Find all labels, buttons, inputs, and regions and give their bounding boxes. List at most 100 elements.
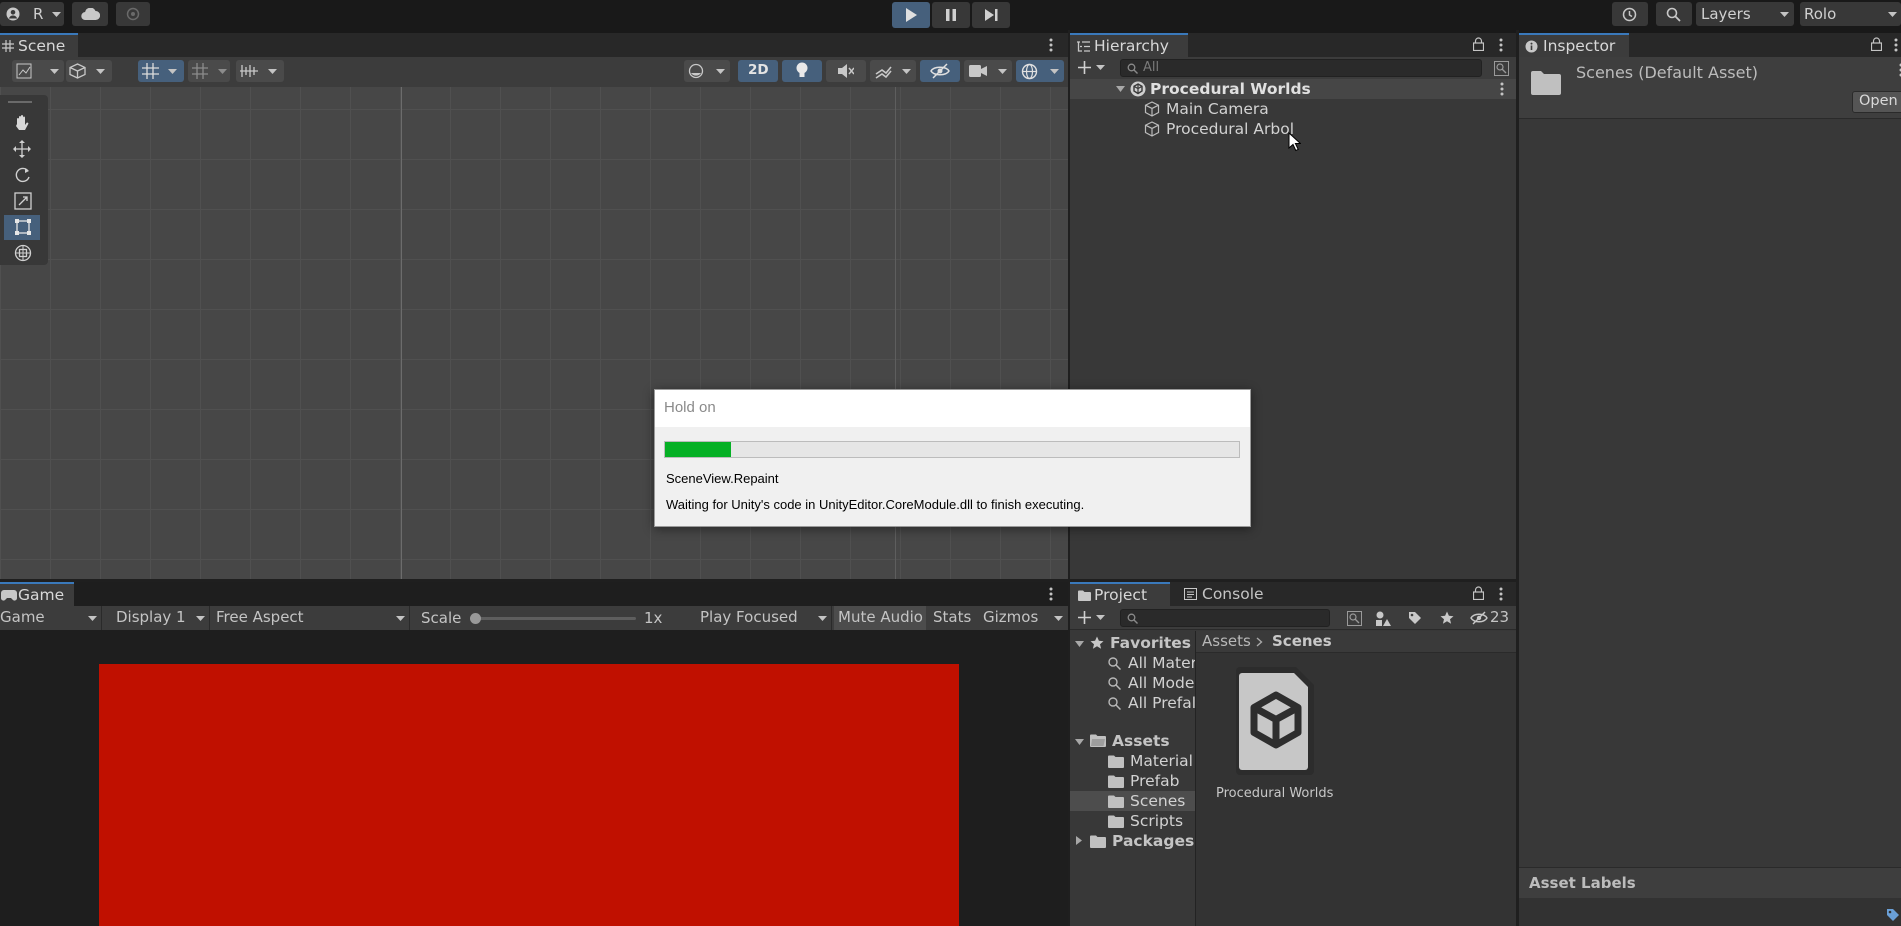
create-asset-dropdown[interactable] [1078,610,1110,626]
play-button[interactable] [892,2,930,28]
tab-console[interactable]: Console [1172,582,1272,606]
search-icon [1127,613,1138,624]
label-tag-icon[interactable] [1886,908,1900,922]
increment-snap-dropdown[interactable] [236,60,284,82]
layers-dropdown[interactable]: Layers [1696,2,1794,26]
hierarchy-row[interactable]: Main Camera [1070,99,1516,119]
scale-slider-thumb[interactable] [470,613,481,624]
grid-snapping-button[interactable] [138,60,184,82]
display-select[interactable]: Display 1 [110,606,210,630]
scale-tool-button[interactable] [4,189,40,214]
grid-visibility-dropdown[interactable] [188,60,230,82]
pause-button[interactable] [932,2,970,28]
chevron-down-icon [268,69,277,74]
lock-icon[interactable] [1871,37,1882,51]
collab-button[interactable] [116,2,150,26]
folder-icon [1108,775,1124,788]
play-focused-select[interactable]: Play Focused [694,606,832,630]
lock-icon[interactable] [1473,37,1484,51]
filter-by-type-icon[interactable] [1375,611,1391,626]
scene-visibility-button[interactable] [920,60,960,82]
favorites-label[interactable]: Favorites [1110,633,1191,653]
packages-label[interactable]: Packages [1112,831,1194,851]
move-tool-button[interactable] [4,137,40,162]
progress-bar [664,441,1240,458]
search-button[interactable] [1656,2,1692,26]
tab-inspector[interactable]: Inspector [1519,33,1629,57]
draw-mode-dropdown[interactable] [12,60,64,82]
tab-hierarchy-label: Hierarchy [1094,37,1169,55]
history-button[interactable] [1612,2,1648,26]
search-placeholder: All [1143,60,1160,75]
scene-row[interactable]: Procedural Worlds [1070,79,1516,99]
unity-scene-file-icon [1226,661,1326,781]
transform-tool-button[interactable] [4,241,40,266]
step-button[interactable] [972,2,1010,28]
game-view-render[interactable] [99,664,959,926]
panel-menu-icon[interactable] [1499,587,1503,601]
effects-dropdown[interactable] [870,60,916,82]
scene-menu-icon[interactable] [1500,82,1504,96]
project-search-field[interactable] [1120,609,1330,627]
panel-divider[interactable] [0,579,1516,582]
breadcrumb-root[interactable]: Assets [1202,632,1251,650]
lighting-button[interactable] [782,60,822,82]
search-options-icon[interactable] [1494,61,1509,76]
search-options-icon[interactable] [1347,611,1362,626]
panel-divider[interactable] [1516,30,1519,926]
panel-menu-icon[interactable] [1894,38,1898,52]
favorite-item[interactable]: All Mode [1070,673,1195,693]
tab-scene[interactable]: Scene [0,33,78,57]
folder-item[interactable]: Material [1070,751,1195,771]
panel-menu-icon[interactable] [1049,38,1053,52]
rect-tool-button[interactable] [4,215,40,240]
open-button[interactable]: Open [1852,91,1901,113]
folder-item[interactable]: Scripts [1070,811,1195,831]
chevron-down-icon [1780,12,1789,17]
mute-audio-toggle[interactable]: Mute Audio [834,606,926,630]
mode-2d-button[interactable]: 2D [738,60,778,82]
scale-slider[interactable] [470,613,636,624]
favorite-item[interactable]: All Prefal [1070,693,1195,713]
dialog-message: Waiting for Unity's code in UnityEditor.… [666,497,1085,512]
layers-label: Layers [1701,5,1751,23]
camera-dropdown[interactable] [964,60,1012,82]
cloud-button[interactable] [72,2,108,26]
filter-by-label-icon[interactable] [1408,611,1422,625]
overlay-handle[interactable] [8,101,32,103]
panel-menu-icon[interactable] [1499,38,1503,52]
rotate-tool-button[interactable] [4,163,40,188]
tab-project[interactable]: Project [1070,582,1170,606]
tab-hierarchy[interactable]: Hierarchy [1070,33,1188,57]
folder-icon [1108,815,1124,828]
lock-icon[interactable] [1473,586,1484,600]
hierarchy-search-field[interactable]: All [1120,59,1482,77]
view-select[interactable]: Game [0,606,102,630]
stats-toggle[interactable]: Stats [928,606,974,630]
gizmos-dropdown[interactable] [1016,60,1064,82]
asset-tile[interactable] [1212,661,1332,781]
hidden-packages-toggle[interactable]: 23 [1468,608,1514,628]
create-dropdown[interactable] [1078,59,1110,77]
collapse-arrow-icon[interactable] [1076,836,1082,845]
panel-menu-icon[interactable] [1049,587,1053,601]
expand-arrow-icon[interactable] [1116,86,1125,92]
hand-tool-button[interactable] [4,111,40,136]
star-icon[interactable] [1440,611,1454,625]
expand-arrow-icon[interactable] [1075,641,1084,647]
expand-arrow-icon[interactable] [1075,739,1084,745]
favorite-item[interactable]: All Mater [1070,653,1195,673]
gizmos-toggle[interactable]: Gizmos [978,606,1068,630]
folder-item-selected[interactable]: Scenes [1070,791,1195,811]
tab-game[interactable]: Game [0,582,74,606]
breadcrumb-current[interactable]: Scenes [1272,632,1332,650]
account-dropdown[interactable]: R [0,2,64,26]
assets-label[interactable]: Assets [1112,731,1170,751]
render-mode-dropdown[interactable] [684,60,730,82]
aspect-select[interactable]: Free Aspect [212,606,410,630]
layout-dropdown[interactable]: Rolo [1800,2,1901,26]
shading-mode-dropdown[interactable] [66,60,112,82]
folder-item[interactable]: Prefab [1070,771,1195,791]
star-icon [1090,636,1104,650]
audio-button[interactable] [826,60,866,82]
